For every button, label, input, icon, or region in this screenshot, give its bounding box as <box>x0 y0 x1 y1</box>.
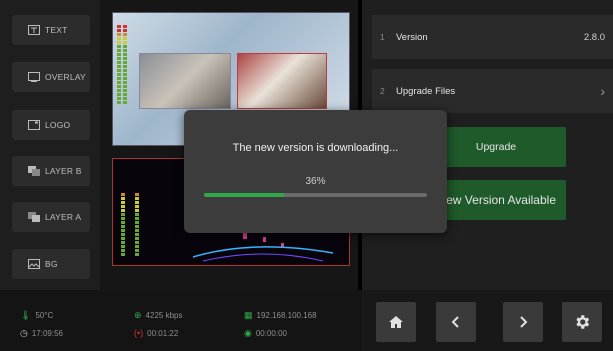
bg-button[interactable]: BG <box>12 249 90 279</box>
upload-icon: ⊕ <box>134 310 142 320</box>
progress-bar-fill <box>204 193 285 197</box>
record-stat: (•) 00:01:22 <box>134 328 178 338</box>
bg-button-label: BG <box>45 259 58 269</box>
layer-b-button[interactable]: LAYER B <box>12 156 90 186</box>
network-icon: ▦ <box>244 310 253 320</box>
bitrate-stat: ⊕ 4225 kbps <box>134 310 182 321</box>
layer-b-icon <box>28 166 40 176</box>
overlay-button[interactable]: OVERLAY <box>12 62 90 92</box>
logo-icon <box>28 120 40 130</box>
pvw-audio-meter-right <box>135 193 139 256</box>
stream-icon: ◉ <box>244 328 252 338</box>
upgrade-files-row-number: 2 <box>380 86 385 96</box>
version-value: 2.8.0 <box>583 31 605 43</box>
bottom-nav <box>362 290 613 351</box>
chevron-left-icon <box>451 316 459 328</box>
stream-time-value: 00:00:00 <box>255 329 287 338</box>
layer-b-button-label: LAYER B <box>45 166 82 176</box>
download-progress-dialog: The new version is downloading... 36% <box>184 110 447 233</box>
home-icon <box>389 316 403 328</box>
record-icon: (•) <box>134 328 144 338</box>
home-button[interactable] <box>376 302 416 342</box>
forward-button[interactable] <box>503 302 543 342</box>
temperature-value: 50°C <box>35 311 54 320</box>
record-time-value: 00:01:22 <box>147 328 179 338</box>
temperature-stat: 🌡 50°C <box>20 310 53 321</box>
upgrade-files-row[interactable]: 2 Upgrade Files › <box>372 69 613 113</box>
status-bar: 🌡 50°C ◷ 17:09:56 ⊕ 4225 kbps (•) 00:01:… <box>0 290 362 351</box>
gear-icon <box>576 315 590 329</box>
bitrate-value: 4225 kbps <box>145 311 183 320</box>
back-button[interactable] <box>436 302 476 342</box>
version-row: 1 Version 2.8.0 <box>372 15 613 59</box>
logo-button[interactable]: LOGO <box>12 110 90 140</box>
version-row-number: 1 <box>380 32 385 42</box>
logo-button-label: LOGO <box>45 120 71 130</box>
text-button[interactable]: TEXT <box>12 15 90 45</box>
stream-stat: ◉ 00:00:00 <box>244 328 287 339</box>
progress-percent: 36% <box>305 176 326 187</box>
clock-value: 17:09:56 <box>31 329 63 338</box>
pip-source-laptop <box>139 53 231 109</box>
thermometer-icon: 🌡 <box>20 310 32 320</box>
progress-bar <box>204 193 427 197</box>
dialog-title: The new version is downloading... <box>232 142 399 154</box>
layer-a-button[interactable]: LAYER A <box>12 202 90 232</box>
ip-value: 192.168.100.168 <box>256 311 317 320</box>
network-stat: ▦ 192.168.100.168 <box>244 310 317 321</box>
upgrade-files-label: Upgrade Files <box>396 85 456 97</box>
audio-meter-left <box>117 25 121 104</box>
overlay-button-label: OVERLAY <box>45 72 86 82</box>
pvw-audio-meter-left <box>121 193 125 256</box>
overlay-icon <box>28 72 40 82</box>
text-button-label: TEXT <box>45 25 68 35</box>
settings-button[interactable] <box>562 302 602 342</box>
layer-a-icon <box>28 212 40 222</box>
version-label: Version <box>396 31 428 43</box>
new-version-available-button[interactable]: New Version Available <box>426 180 566 220</box>
pip-source-kitchen <box>237 53 327 109</box>
clock-icon: ◷ <box>20 328 28 338</box>
upgrade-button[interactable]: Upgrade <box>426 127 566 167</box>
text-icon <box>28 25 40 35</box>
layer-a-button-label: LAYER A <box>45 212 82 222</box>
clock-stat: ◷ 17:09:56 <box>20 328 63 339</box>
audio-meter-right <box>123 25 127 104</box>
chevron-right-icon: › <box>600 83 605 99</box>
background-image-icon <box>28 259 40 269</box>
source-sidebar: TEXT OVERLAY LOGO LAYER B LAYER A BG <box>0 0 100 290</box>
chevron-right-nav-icon <box>520 316 528 328</box>
